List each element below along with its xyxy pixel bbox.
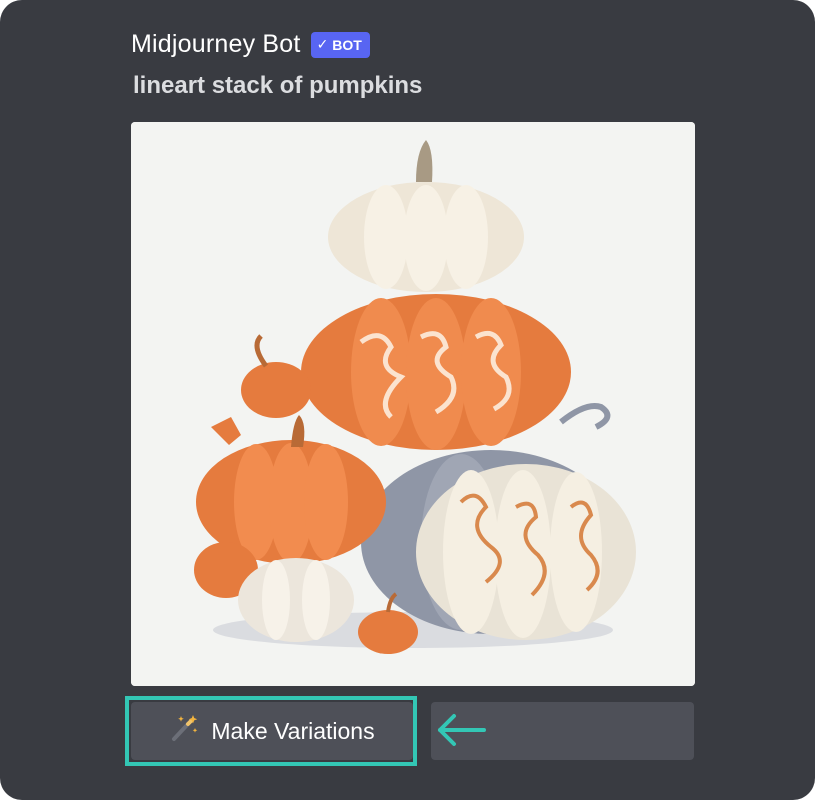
author-name[interactable]: Midjourney Bot xyxy=(131,30,301,59)
arrow-left-icon xyxy=(438,714,486,746)
message-header: Midjourney Bot ✓ BOT xyxy=(131,30,370,59)
make-variations-label: Make Variations xyxy=(211,717,375,744)
prompt-text: lineart stack of pumpkins xyxy=(133,72,423,99)
magic-wand-icon xyxy=(169,713,199,749)
message-panel: Midjourney Bot ✓ BOT lineart stack of pu… xyxy=(0,0,815,800)
make-variations-button[interactable]: Make Variations xyxy=(131,702,413,760)
check-icon: ✓ xyxy=(316,36,329,52)
generated-image[interactable] xyxy=(131,122,695,686)
bot-badge-label: BOT xyxy=(332,36,362,53)
bot-badge: ✓ BOT xyxy=(310,31,370,58)
